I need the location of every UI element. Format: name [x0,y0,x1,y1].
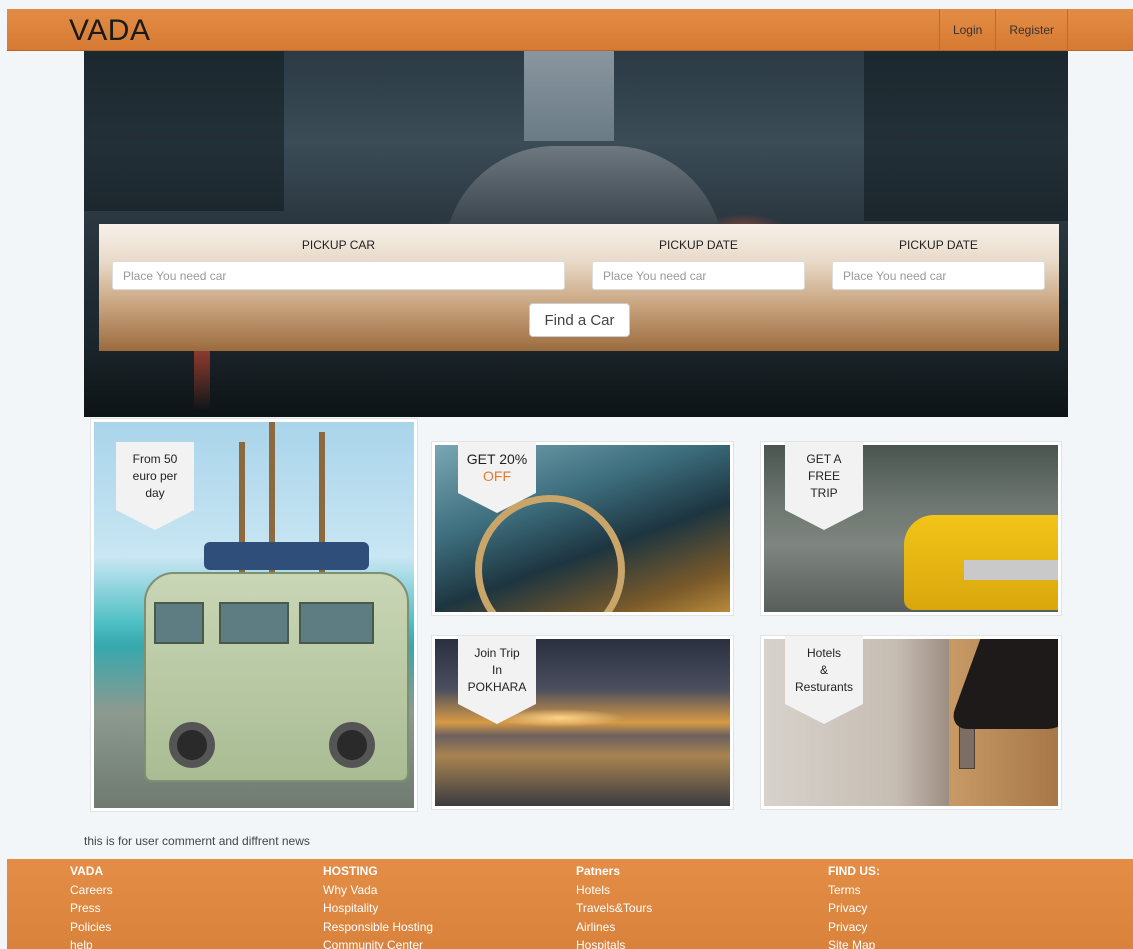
pickup-car-label: PICKUP CAR [301,238,376,252]
footer-link-responsible-hosting[interactable]: Responsible Hosting [323,918,433,937]
offer-tag: From 50 euro per day [116,442,194,530]
van-wheel [329,722,375,768]
footer-link-privacy[interactable]: Privacy [828,899,880,918]
footer-col-find-us: FIND US: Terms Privacy Privacy Site Map [828,862,880,949]
offer-card-pokhara[interactable]: Join Trip In POKHARA [431,635,734,810]
offer-tag: GET 20% OFF [458,442,536,513]
hero-road [84,351,1068,417]
pickup-date-input[interactable] [592,261,805,290]
hero-reflection [194,351,210,411]
footer-link-press[interactable]: Press [70,899,113,918]
footer-link-community-center[interactable]: Community Center [323,936,433,949]
footer-heading: FIND US: [828,864,880,878]
van-window [299,602,374,644]
footer-link-why-vada[interactable]: Why Vada [323,881,433,900]
nav-links: Login Register [938,9,1068,51]
footer-link-hotels[interactable]: Hotels [576,881,652,900]
offer-card-free-trip[interactable]: GET A FREE TRIP [760,441,1062,616]
news-comment-text: this is for user commernt and diffrent n… [84,834,310,848]
footer-link-hospitals[interactable]: Hospitals [576,936,652,949]
pickup-car-input[interactable] [112,261,565,290]
offer-card-discount[interactable]: GET 20% OFF [431,441,734,616]
hero-sky [524,51,614,141]
yellow-taxi [904,515,1058,610]
footer-heading: HOSTING [323,864,378,878]
van-roof-rack [204,542,369,570]
pickup-date-label: PICKUP DATE [659,238,738,252]
footer-col-partners: Patners Hotels Travels&Tours Airlines Ho… [576,862,652,949]
footer-link-privacy-2[interactable]: Privacy [828,918,880,937]
footer-link-airlines[interactable]: Airlines [576,918,652,937]
footer-link-terms[interactable]: Terms [828,881,880,900]
pickup-date-input-2[interactable] [832,261,1045,290]
footer-link-site-map[interactable]: Site Map [828,936,880,949]
top-navbar: VADA Login Register [7,9,1133,51]
footer-col-vada: VADA Careers Press Policies help [70,862,113,949]
van-window [219,602,289,644]
offer-card-hotels[interactable]: Hotels & Resturants [760,635,1062,810]
site-footer: VADA Careers Press Policies help HOSTING… [7,859,1133,949]
footer-col-hosting: HOSTING Why Vada Hospitality Responsible… [323,862,433,949]
van-window [154,602,204,644]
car-search-panel: PICKUP CAR PICKUP DATE PICKUP DATE Find … [99,224,1059,351]
hero-building-left [84,51,284,211]
footer-link-policies[interactable]: Policies [70,918,113,937]
offer-tag: GET A FREE TRIP [785,442,863,530]
footer-link-careers[interactable]: Careers [70,881,113,900]
offer-card-van[interactable]: From 50 euro per day [90,418,418,812]
hero-building-right [864,51,1068,221]
register-link[interactable]: Register [995,9,1068,51]
pickup-date-label-2: PICKUP DATE [899,238,978,252]
find-car-button[interactable]: Find a Car [529,303,630,337]
offer-tag: Join Trip In POKHARA [458,636,536,724]
login-link[interactable]: Login [938,9,995,51]
offer-tag: Hotels & Resturants [785,636,863,724]
brand-logo[interactable]: VADA [69,14,150,48]
footer-link-hospitality[interactable]: Hospitality [323,899,433,918]
van-wheel [169,722,215,768]
footer-link-help[interactable]: help [70,936,113,949]
footer-heading: Patners [576,864,621,878]
footer-heading: VADA [70,864,104,878]
footer-link-travels-tours[interactable]: Travels&Tours [576,899,652,918]
